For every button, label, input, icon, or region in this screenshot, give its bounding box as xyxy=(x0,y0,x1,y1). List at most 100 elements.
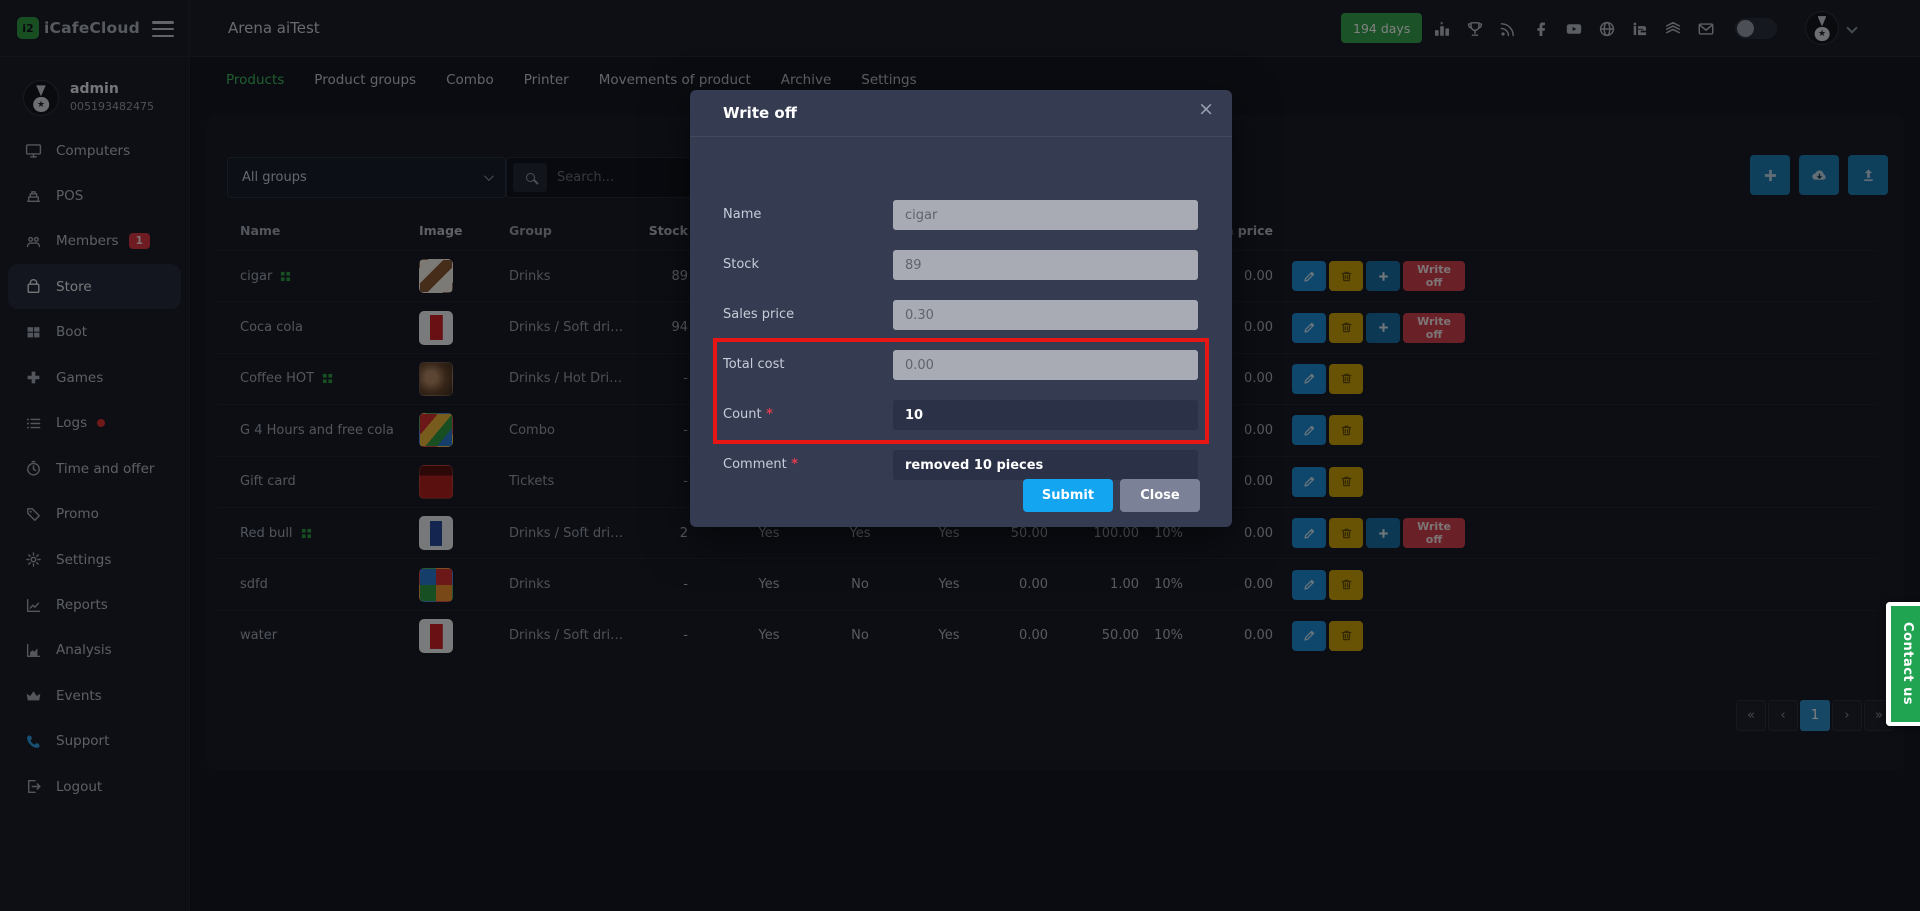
sidebar-item-events[interactable]: Events xyxy=(8,673,181,718)
youtube-icon[interactable] xyxy=(1565,20,1583,38)
edit-button[interactable] xyxy=(1292,518,1326,549)
sidebar-item-pos[interactable]: POS xyxy=(8,173,181,218)
count-input[interactable] xyxy=(893,400,1198,430)
tab-printer[interactable]: Printer xyxy=(524,72,569,88)
trophy-icon[interactable] xyxy=(1466,20,1484,38)
sidebar-item-boot[interactable]: Boot xyxy=(8,310,181,355)
add-stock-button[interactable] xyxy=(1366,518,1400,549)
gear-icon xyxy=(25,551,42,568)
product-cell: Yes xyxy=(758,577,780,593)
delete-button[interactable] xyxy=(1329,261,1363,292)
edit-button[interactable] xyxy=(1292,312,1326,343)
import-products-button[interactable] xyxy=(1799,155,1839,195)
modal-header: Write off × xyxy=(690,90,1232,137)
total_cost-input xyxy=(893,350,1198,380)
name-label: Name xyxy=(723,207,762,222)
required-asterisk: * xyxy=(761,407,773,422)
icafecloud-logo-icon: i2 xyxy=(17,17,39,39)
theme-toggle[interactable] xyxy=(1735,18,1777,39)
add-product-button[interactable] xyxy=(1750,155,1790,195)
delete-button[interactable] xyxy=(1329,415,1363,446)
sidebar-item-promo[interactable]: Promo xyxy=(8,492,181,537)
write-off-button[interactable]: Write off xyxy=(1403,312,1465,343)
globe-icon[interactable] xyxy=(1598,20,1616,38)
row-actions xyxy=(1292,559,1363,609)
pagination-page-1[interactable]: 1 xyxy=(1800,700,1830,731)
sidebar-item-logout[interactable]: Logout xyxy=(8,764,181,809)
pos-icon xyxy=(25,187,42,204)
ranking-icon[interactable] xyxy=(1433,20,1451,38)
row-actions: Write off xyxy=(1292,251,1465,301)
mail-icon[interactable] xyxy=(1697,20,1715,38)
sidebar-item-time-and-offer[interactable]: Time and offer xyxy=(8,446,181,491)
row-actions xyxy=(1292,354,1363,404)
topbar-icon-row xyxy=(1433,20,1715,38)
pagination-first[interactable]: « xyxy=(1736,700,1766,731)
sidebar-item-reports[interactable]: Reports xyxy=(8,583,181,628)
edit-button[interactable] xyxy=(1292,415,1326,446)
delete-button[interactable] xyxy=(1329,569,1363,600)
tab-product-groups[interactable]: Product groups xyxy=(314,72,416,88)
rss-icon[interactable] xyxy=(1499,20,1517,38)
product-stock: 2 xyxy=(679,525,688,541)
delete-button[interactable] xyxy=(1329,466,1363,497)
sidebar-item-logs[interactable]: Logs xyxy=(8,401,181,446)
topbar: i2 iCafeCloud Arena aiTest 194 days xyxy=(0,0,1920,57)
clock-icon xyxy=(25,460,42,477)
sidebar-item-games[interactable]: Games xyxy=(8,355,181,400)
tab-settings[interactable]: Settings xyxy=(861,72,916,88)
pagination-next[interactable]: › xyxy=(1832,700,1862,731)
sidebar-item-computers[interactable]: Computers xyxy=(8,128,181,173)
submit-button[interactable]: Submit xyxy=(1023,479,1113,512)
delete-button[interactable] xyxy=(1329,620,1363,651)
write-off-button[interactable]: Write off xyxy=(1403,518,1465,549)
write-off-button[interactable]: Write off xyxy=(1403,261,1465,292)
edit-button[interactable] xyxy=(1292,363,1326,394)
pagination-prev[interactable]: ‹ xyxy=(1768,700,1798,731)
table-toolbar xyxy=(1750,155,1888,195)
edit-button[interactable] xyxy=(1292,261,1326,292)
edit-button[interactable] xyxy=(1292,569,1326,600)
tab-archive[interactable]: Archive xyxy=(781,72,832,88)
group-filter-select[interactable]: All groups xyxy=(227,157,506,198)
subscription-days-badge[interactable]: 194 days xyxy=(1341,13,1423,43)
sidebar-item-label: Settings xyxy=(56,551,112,568)
edit-button[interactable] xyxy=(1292,466,1326,497)
close-button[interactable]: Close xyxy=(1120,479,1200,512)
sidebar-item-store[interactable]: Store xyxy=(8,264,181,310)
sidebar-item-label: Computers xyxy=(56,142,131,159)
product-cell: 10% xyxy=(1154,628,1183,644)
sidebar-item-settings[interactable]: Settings xyxy=(8,537,181,582)
add-stock-button[interactable] xyxy=(1366,312,1400,343)
export-products-button[interactable] xyxy=(1848,155,1888,195)
product-cell: 10% xyxy=(1154,577,1183,593)
sidebar-avatar xyxy=(23,80,59,116)
sidebar-item-support[interactable]: Support xyxy=(8,719,181,764)
layers-icon[interactable] xyxy=(1664,20,1682,38)
chevron-down-icon[interactable] xyxy=(1846,22,1858,34)
tab-products[interactable]: Products xyxy=(226,72,284,88)
barcode-icon xyxy=(322,373,333,384)
menu-toggle-icon[interactable] xyxy=(152,21,174,37)
add-stock-button[interactable] xyxy=(1366,261,1400,292)
row-actions xyxy=(1292,405,1363,455)
contact-us-tab[interactable]: Contact us xyxy=(1886,602,1920,726)
stock-label: Stock xyxy=(723,257,759,272)
table-row: sdfd Drinks - Yes No Yes 0.00 1.00 10% 0.00 xyxy=(217,558,1877,609)
tag-icon xyxy=(25,506,42,523)
edit-button[interactable] xyxy=(1292,620,1326,651)
delete-button[interactable] xyxy=(1329,363,1363,394)
delete-button[interactable] xyxy=(1329,312,1363,343)
comment-input[interactable] xyxy=(893,450,1198,480)
sidebar-item-members[interactable]: Members 1 xyxy=(8,219,181,264)
tab-movements-of-product[interactable]: Movements of product xyxy=(599,72,751,88)
report-icon xyxy=(25,597,42,614)
column-header-stock: Stock xyxy=(648,222,688,238)
close-icon[interactable]: × xyxy=(1198,100,1214,119)
delete-button[interactable] xyxy=(1329,518,1363,549)
user-avatar[interactable] xyxy=(1805,11,1839,45)
icafecloud-mark-icon[interactable] xyxy=(1631,20,1649,38)
sidebar-item-analysis[interactable]: Analysis xyxy=(8,628,181,673)
facebook-icon[interactable] xyxy=(1532,20,1550,38)
tab-combo[interactable]: Combo xyxy=(446,72,494,88)
